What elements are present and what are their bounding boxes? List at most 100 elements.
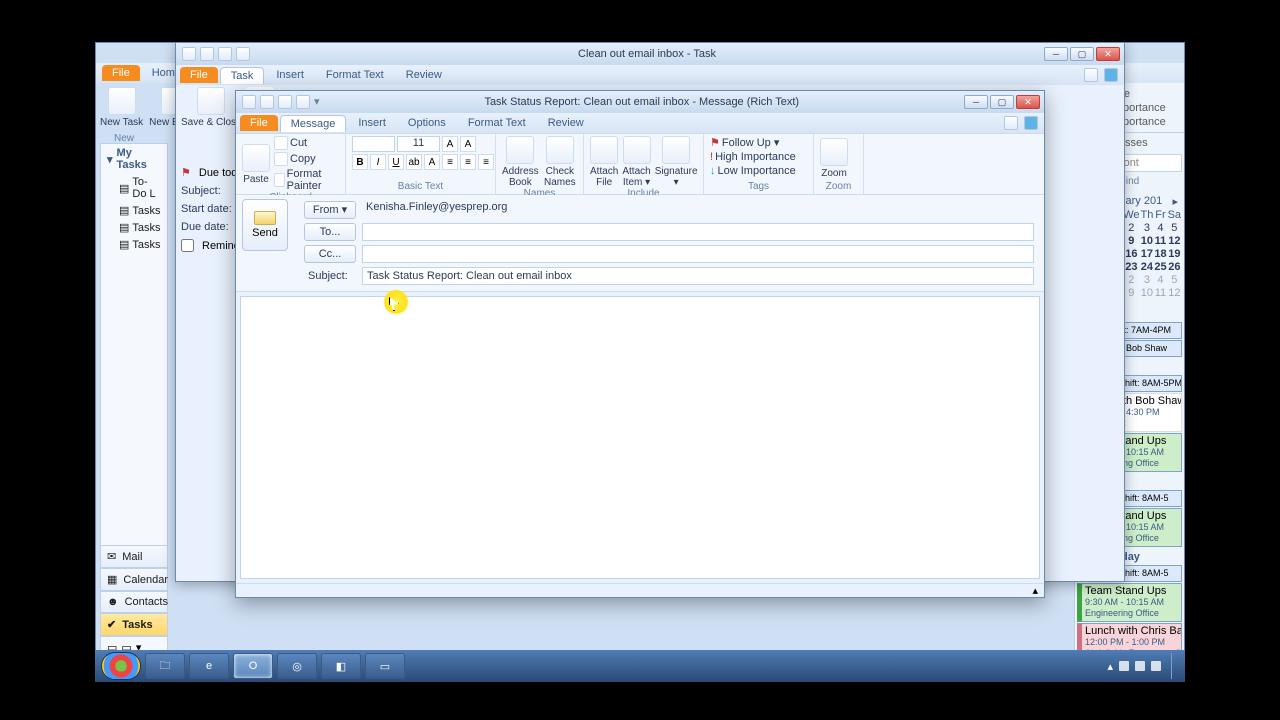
cal-day[interactable]: 16 (1123, 248, 1139, 260)
module-contacts[interactable]: ☻Contacts (100, 591, 168, 613)
cal-day[interactable]: 2 (1123, 274, 1139, 286)
task-tab-task[interactable]: Task (220, 67, 265, 84)
nav-tasks-3[interactable]: ▤Tasks (101, 236, 167, 253)
msg-tab-insert[interactable]: Insert (348, 115, 396, 131)
cal-day[interactable]: 17 (1141, 248, 1154, 260)
cal-day[interactable]: 5 (1168, 222, 1181, 234)
to-field[interactable] (362, 223, 1034, 241)
cal-day[interactable]: 4 (1154, 222, 1166, 234)
cut-button[interactable]: Cut (274, 136, 339, 150)
cal-day[interactable]: 10 (1141, 287, 1154, 299)
nav-tasks-2[interactable]: ▤Tasks (101, 219, 167, 236)
subject-field[interactable] (362, 267, 1034, 285)
task-maximize[interactable]: ▢ (1070, 47, 1094, 61)
task-tab-review[interactable]: Review (396, 67, 452, 83)
high-importance-button[interactable]: !High Importance (710, 151, 796, 163)
msg-help[interactable] (1024, 116, 1038, 130)
taskbar-explorer[interactable]: 🗀 (145, 653, 185, 679)
task-ribbon-minimize[interactable] (1084, 68, 1098, 82)
tray-volume-icon[interactable] (1151, 661, 1161, 671)
nav-tasks-1[interactable]: ▤Tasks (101, 202, 167, 219)
font-size[interactable]: 11 (397, 136, 440, 152)
cal-day[interactable]: 9 (1123, 287, 1139, 299)
from-button[interactable]: From ▾ (304, 201, 356, 219)
cal-day[interactable]: 25 (1154, 261, 1166, 273)
cal-day[interactable]: 10 (1141, 235, 1154, 247)
attach-item-button[interactable]: Attach Item ▾ (622, 136, 650, 188)
new-task-button[interactable]: New Task (100, 87, 143, 128)
cal-day[interactable]: 2 (1123, 222, 1139, 234)
signature-button[interactable]: Signature ▾ (655, 136, 698, 188)
left-nav-header[interactable]: ▾My Tasks (101, 144, 167, 174)
highlight-button[interactable]: ab (406, 154, 422, 170)
tray-network-icon[interactable] (1135, 661, 1145, 671)
cal-day[interactable]: 24 (1141, 261, 1154, 273)
show-desktop[interactable] (1171, 653, 1179, 679)
reminder-checkbox[interactable] (181, 239, 194, 252)
message-titlebar[interactable]: ▾ Task Status Report: Clean out email in… (236, 91, 1044, 113)
grow-font[interactable]: A (442, 136, 458, 152)
cal-day[interactable]: 9 (1123, 235, 1139, 247)
msg-tab-review[interactable]: Review (538, 115, 594, 131)
cc-button[interactable]: Cc... (304, 245, 356, 263)
save-icon[interactable] (260, 95, 274, 109)
cc-field[interactable] (362, 245, 1034, 263)
msg-tab-options[interactable]: Options (398, 115, 456, 131)
save-icon[interactable] (200, 47, 214, 61)
paste-button[interactable]: Paste (242, 144, 270, 185)
msg-maximize[interactable]: ▢ (990, 95, 1014, 109)
system-tray[interactable]: ▴ (1107, 653, 1179, 679)
ribbon-minimize[interactable] (1004, 116, 1018, 130)
module-calendar[interactable]: ▦Calendar (100, 568, 168, 591)
undo-icon[interactable] (278, 95, 292, 109)
task-minimize[interactable]: ─ (1044, 47, 1068, 61)
cal-day[interactable]: 26 (1168, 261, 1181, 273)
taskbar-ie[interactable]: e (189, 653, 229, 679)
module-mail[interactable]: ✉Mail (100, 545, 168, 568)
start-button[interactable] (101, 652, 141, 680)
task-close[interactable]: ✕ (1096, 47, 1120, 61)
message-body[interactable] (240, 296, 1040, 579)
cal-next[interactable]: ▸ (1172, 195, 1178, 208)
cal-day[interactable]: 3 (1141, 274, 1154, 286)
cal-day[interactable]: 23 (1123, 261, 1139, 273)
format-painter-button[interactable]: Format Painter (274, 168, 339, 192)
task-tab-insert[interactable]: Insert (266, 67, 314, 83)
task-help[interactable] (1104, 68, 1118, 82)
taskbar-outlook[interactable]: O (233, 653, 273, 679)
align-right[interactable]: ≡ (478, 154, 494, 170)
save-close-button[interactable]: Save & Close (181, 87, 242, 157)
tray-chevron-icon[interactable]: ▴ (1107, 660, 1113, 673)
copy-button[interactable]: Copy (274, 152, 339, 166)
msg-tab-file[interactable]: File (240, 115, 278, 131)
address-book-button[interactable]: Address Book (502, 136, 539, 188)
cal-day[interactable]: 3 (1141, 222, 1154, 234)
cal-day[interactable]: 5 (1168, 274, 1181, 286)
task-tab-format[interactable]: Format Text (316, 67, 394, 83)
cal-day[interactable]: 4 (1154, 274, 1166, 286)
to-button[interactable]: To... (304, 223, 356, 241)
undo-icon[interactable] (218, 47, 232, 61)
redo-icon[interactable] (296, 95, 310, 109)
msg-tab-message[interactable]: Message (280, 115, 347, 132)
follow-up-button[interactable]: ⚑Follow Up ▾ (710, 136, 779, 149)
msg-close[interactable]: ✕ (1016, 95, 1040, 109)
task-titlebar[interactable]: Clean out email inbox - Task ─ ▢ ✕ (176, 43, 1124, 65)
underline-button[interactable]: U (388, 154, 404, 170)
align-center[interactable]: ≡ (460, 154, 476, 170)
font-color-button[interactable]: A (424, 154, 440, 170)
task-qat[interactable] (176, 47, 250, 61)
cal-day[interactable]: 18 (1154, 248, 1166, 260)
taskbar-app-2[interactable]: ◧ (321, 653, 361, 679)
attach-file-button[interactable]: Attach File (590, 136, 618, 188)
cal-day[interactable]: 12 (1168, 287, 1181, 299)
taskbar-app-3[interactable]: ▭ (365, 653, 405, 679)
font-name[interactable] (352, 136, 395, 152)
cal-day[interactable]: 11 (1154, 235, 1166, 247)
redo-icon[interactable] (236, 47, 250, 61)
italic-button[interactable]: I (370, 154, 386, 170)
bold-button[interactable]: B (352, 154, 368, 170)
agenda-item[interactable]: Team Stand Ups 9:30 AM - 10:15 AM Engine… (1077, 583, 1182, 622)
tray-flag-icon[interactable] (1119, 661, 1129, 671)
expand-bar[interactable]: ▴ (236, 583, 1044, 597)
